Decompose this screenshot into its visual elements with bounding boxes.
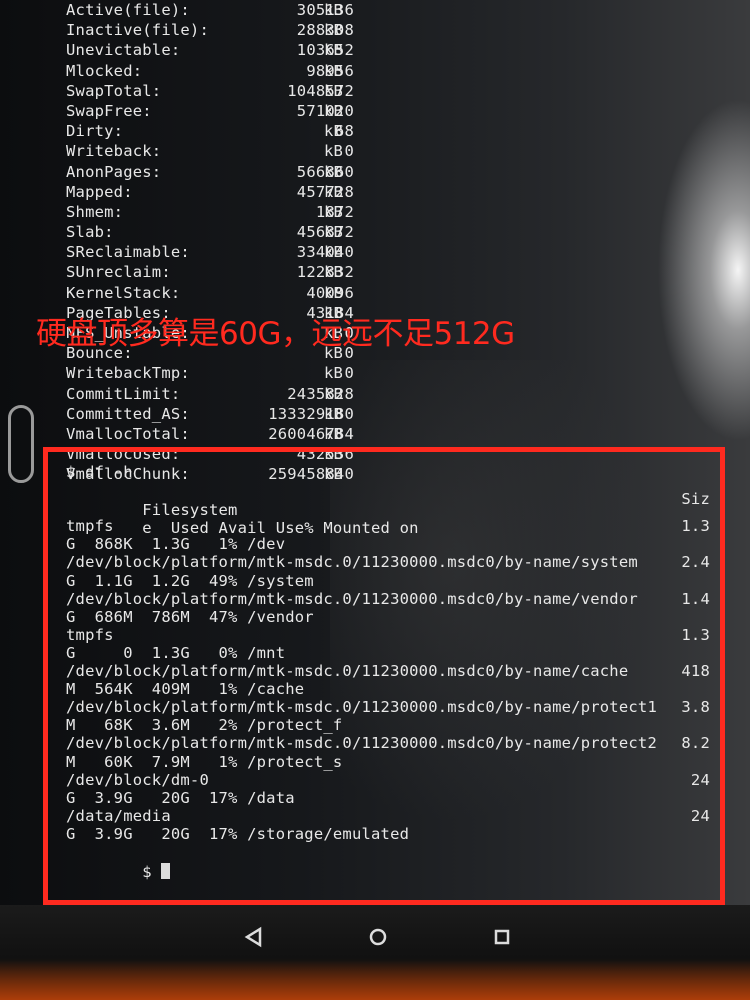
- navbar-glow: [0, 960, 750, 1000]
- meminfo-key: KernelStack:: [66, 283, 181, 302]
- meminfo-row: Writeback: 0 kB: [66, 141, 726, 161]
- meminfo-row: Committed_AS: 133329180 kB: [66, 404, 726, 424]
- meminfo-row: Unevictable: 103652 kB: [66, 40, 726, 60]
- meminfo-unit: kB: [324, 424, 344, 443]
- meminfo-row: KernelStack: 40096 kB: [66, 283, 726, 303]
- meminfo-value: 0: [344, 364, 354, 383]
- meminfo-list: Active(file): 305136 kB Inactive(file): 2883…: [66, 0, 726, 485]
- annotation-label: 硬盘顶多算是60G，远远不足512G: [36, 316, 515, 352]
- meminfo-key: Inactive(file):: [66, 21, 209, 40]
- meminfo-row: CommitLimit: 2435828 kB: [66, 384, 726, 404]
- meminfo-row: AnonPages: 566860 kB: [66, 162, 726, 182]
- meminfo-key: Writeback:: [66, 142, 162, 161]
- meminfo-key: SwapFree:: [66, 101, 152, 120]
- meminfo-row: VmallocTotal: 260046784 kB: [66, 424, 726, 444]
- meminfo-key: SwapTotal:: [66, 81, 162, 100]
- meminfo-unit: kB: [324, 81, 344, 100]
- meminfo-unit: kB: [324, 142, 344, 161]
- meminfo-row: Inactive(file): 288308 kB: [66, 20, 726, 40]
- meminfo-unit: kB: [324, 404, 344, 423]
- meminfo-key: Slab:: [66, 223, 114, 242]
- back-button[interactable]: [242, 925, 266, 949]
- meminfo-key: Active(file):: [66, 1, 190, 19]
- meminfo-unit: kB: [324, 364, 344, 383]
- meminfo-key: CommitLimit:: [66, 384, 181, 403]
- meminfo-value: 0: [344, 142, 354, 161]
- meminfo-value: 2435828: [287, 384, 354, 403]
- meminfo-row: WritebackTmp: 0 kB: [66, 363, 726, 383]
- meminfo-unit: kB: [324, 1, 344, 19]
- meminfo-row: Dirty: 68 kB: [66, 121, 726, 141]
- meminfo-unit: kB: [324, 122, 344, 141]
- meminfo-unit: kB: [324, 283, 344, 302]
- home-button[interactable]: [366, 925, 390, 949]
- meminfo-key: WritebackTmp:: [66, 364, 190, 383]
- meminfo-row: SUnreclaim: 122832 kB: [66, 262, 726, 282]
- meminfo-row: Mapped: 457728 kB: [66, 182, 726, 202]
- home-circle-icon: [369, 928, 387, 946]
- meminfo-unit: kB: [324, 182, 344, 201]
- meminfo-row: Active(file): 305136 kB: [66, 0, 726, 20]
- meminfo-key: Mlocked:: [66, 61, 143, 80]
- meminfo-value: 1048572: [287, 81, 354, 100]
- meminfo-unit: kB: [324, 162, 344, 181]
- meminfo-unit: kB: [324, 384, 344, 403]
- meminfo-unit: kB: [324, 101, 344, 120]
- meminfo-unit: kB: [324, 41, 344, 60]
- recents-button[interactable]: [490, 925, 514, 949]
- meminfo-key: Shmem:: [66, 202, 124, 221]
- meminfo-row: SwapFree: 571020 kB: [66, 101, 726, 121]
- meminfo-key: Dirty:: [66, 122, 124, 141]
- meminfo-unit: kB: [324, 243, 344, 262]
- side-handle-icon: [8, 405, 34, 483]
- terminal-output: Active(file): 305136 kB Inactive(file): 2883…: [66, 0, 726, 881]
- meminfo-row: Shmem: 1872 kB: [66, 202, 726, 222]
- navigation-bar: [0, 905, 750, 1000]
- meminfo-unit: kB: [324, 263, 344, 282]
- back-triangle-icon: [244, 926, 262, 948]
- meminfo-unit: kB: [324, 61, 344, 80]
- recents-square-icon: [494, 929, 510, 945]
- meminfo-key: SUnreclaim:: [66, 263, 171, 282]
- meminfo-key: VmallocTotal:: [66, 424, 190, 443]
- meminfo-unit: kB: [324, 21, 344, 40]
- meminfo-unit: kB: [324, 223, 344, 242]
- highlight-box: [43, 447, 725, 905]
- meminfo-key: Committed_AS:: [66, 404, 190, 423]
- meminfo-unit: kB: [324, 202, 344, 221]
- meminfo-row: SwapTotal: 1048572 kB: [66, 81, 726, 101]
- meminfo-row: SReclaimable: 334040 kB: [66, 242, 726, 262]
- meminfo-row: Slab: 456872 kB: [66, 222, 726, 242]
- meminfo-key: Unevictable:: [66, 41, 181, 60]
- meminfo-key: AnonPages:: [66, 162, 162, 181]
- meminfo-row: Mlocked: 98956 kB: [66, 61, 726, 81]
- meminfo-key: Mapped:: [66, 182, 133, 201]
- meminfo-key: SReclaimable:: [66, 243, 190, 262]
